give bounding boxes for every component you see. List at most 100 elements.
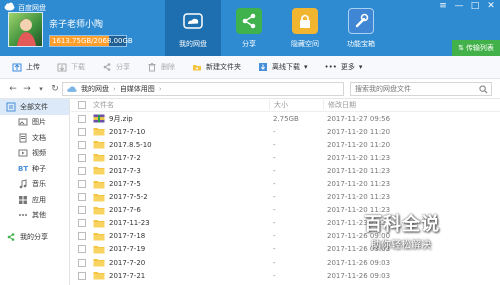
table-row[interactable]: 9月.zip 2.75GB 2017-11-27 09:56 bbox=[71, 112, 500, 125]
sidebar-item-apps[interactable]: 应用 bbox=[0, 192, 69, 208]
table-row[interactable]: 2017-7-21 - 2017-11-26 09:03 bbox=[71, 269, 500, 282]
file-name[interactable]: 2017-7-6 bbox=[109, 206, 141, 214]
row-checkbox[interactable] bbox=[78, 180, 86, 189]
sidebar-item-other[interactable]: 其他 bbox=[0, 208, 69, 224]
main-tabs: 我的网盘 分享 隐藏空间 功能宝箱 bbox=[165, 0, 389, 56]
sidebar-item-label: 全部文件 bbox=[20, 102, 48, 111]
file-name[interactable]: 2017-7-18 bbox=[109, 232, 145, 240]
avatar[interactable] bbox=[8, 12, 43, 47]
offline-download-button[interactable]: 离线下载 ▾ bbox=[254, 59, 312, 75]
file-size: - bbox=[273, 180, 276, 189]
history-dropdown-icon[interactable]: ▾ bbox=[34, 85, 48, 93]
row-checkbox[interactable] bbox=[78, 140, 86, 149]
transfer-list-button[interactable]: ⇅ 传输列表 bbox=[452, 40, 500, 56]
file-name[interactable]: 2017-7-2 bbox=[109, 154, 141, 162]
breadcrumb-separator-icon: › bbox=[158, 85, 162, 93]
sidebar-item-torrents[interactable]: BT 种子 bbox=[0, 161, 69, 177]
row-checkbox[interactable] bbox=[78, 166, 86, 175]
row-checkbox[interactable] bbox=[78, 271, 86, 280]
file-name[interactable]: 2017-7-3 bbox=[109, 167, 141, 175]
folder-icon bbox=[93, 245, 105, 254]
chevron-down-icon: ▾ bbox=[304, 63, 308, 71]
row-checkbox[interactable] bbox=[78, 258, 86, 267]
sidebar-item-documents[interactable]: 文档 bbox=[0, 130, 69, 146]
delete-button[interactable]: 删除 bbox=[143, 59, 179, 75]
upload-button[interactable]: 上传 bbox=[8, 59, 44, 75]
file-name[interactable]: 9月.zip bbox=[109, 114, 133, 124]
new-folder-button[interactable]: 新建文件夹 bbox=[188, 59, 245, 75]
tab-toolbox[interactable]: 功能宝箱 bbox=[333, 0, 389, 56]
table-row[interactable]: 2017-7-2 - 2017-11-20 11:23 bbox=[71, 151, 500, 164]
file-name[interactable]: 2017-7-5 bbox=[109, 180, 141, 188]
table-row[interactable]: 2017.8.5-10 - 2017-11-20 11:20 bbox=[71, 138, 500, 151]
download-button[interactable]: 下载 bbox=[53, 59, 89, 75]
table-row[interactable]: 2017-7-5 - 2017-11-20 11:23 bbox=[71, 177, 500, 190]
row-checkbox[interactable] bbox=[78, 153, 86, 162]
tab-share[interactable]: 分享 bbox=[221, 0, 277, 56]
row-checkbox[interactable] bbox=[78, 245, 86, 254]
bt-icon: BT bbox=[18, 164, 29, 173]
file-size: - bbox=[273, 127, 276, 136]
sidebar: 全部文件 图片 文档 视频 BT 种子 音乐 应用 其他 我的分享 bbox=[0, 99, 70, 285]
file-size: - bbox=[273, 153, 276, 162]
transfer-icon: ⇅ bbox=[458, 44, 464, 52]
forward-arrow-icon[interactable]: → bbox=[20, 84, 34, 94]
row-checkbox[interactable] bbox=[78, 206, 86, 215]
image-icon bbox=[18, 118, 28, 126]
app-icon bbox=[19, 195, 27, 204]
column-header-name[interactable]: 文件名 bbox=[93, 100, 269, 110]
table-row[interactable]: 2017-7-3 - 2017-11-20 11:23 bbox=[71, 164, 500, 177]
search-icon[interactable] bbox=[479, 85, 488, 94]
folder-icon bbox=[93, 180, 105, 189]
more-dots-icon: ••• bbox=[324, 63, 337, 71]
file-size: - bbox=[273, 166, 276, 175]
breadcrumb-root[interactable]: 我的网盘 bbox=[81, 84, 109, 94]
select-all-checkbox[interactable] bbox=[78, 101, 86, 109]
row-checkbox[interactable] bbox=[78, 219, 86, 228]
search-input[interactable] bbox=[355, 85, 473, 93]
row-checkbox[interactable] bbox=[78, 127, 86, 136]
file-name[interactable]: 2017-7-5-2 bbox=[109, 193, 148, 201]
tab-label: 分享 bbox=[242, 40, 256, 48]
close-icon[interactable]: ✕ bbox=[486, 2, 496, 11]
table-row[interactable]: 2017-7-10 - 2017-11-20 11:20 bbox=[71, 125, 500, 138]
menu-icon[interactable]: ≡ bbox=[438, 2, 448, 11]
username[interactable]: 亲子老师小陶 bbox=[49, 17, 103, 30]
sidebar-item-all-files[interactable]: 全部文件 bbox=[0, 99, 69, 115]
sidebar-item-my-share[interactable]: 我的分享 bbox=[0, 229, 69, 245]
back-arrow-icon[interactable]: ← bbox=[6, 84, 20, 94]
row-checkbox[interactable] bbox=[78, 114, 86, 123]
sidebar-item-music[interactable]: 音乐 bbox=[0, 177, 69, 193]
refresh-icon[interactable]: ↻ bbox=[48, 84, 62, 94]
breadcrumb-separator-icon: › bbox=[113, 85, 116, 93]
upload-label: 上传 bbox=[26, 63, 40, 71]
sidebar-item-images[interactable]: 图片 bbox=[0, 115, 69, 131]
file-name[interactable]: 2017-7-21 bbox=[109, 272, 145, 280]
share-button[interactable]: 分享 bbox=[98, 59, 134, 75]
sidebar-item-videos[interactable]: 视频 bbox=[0, 146, 69, 162]
header-bar: 百度网盘 ≡ — □ ✕ 亲子老师小陶 1613.75GB/2068.00GB … bbox=[0, 0, 500, 56]
column-header-size[interactable]: 大小 bbox=[269, 100, 323, 110]
maximize-icon[interactable]: □ bbox=[470, 2, 480, 11]
offline-download-label: 离线下载 bbox=[272, 63, 300, 71]
more-button[interactable]: ••• 更多 ▾ bbox=[321, 59, 367, 75]
row-checkbox[interactable] bbox=[78, 232, 86, 241]
tab-my-netdisk[interactable]: 我的网盘 bbox=[165, 0, 221, 56]
avatar-image bbox=[17, 19, 36, 46]
tab-hidden-space[interactable]: 隐藏空间 bbox=[277, 0, 333, 56]
table-row[interactable]: 2017-7-5-2 - 2017-11-20 11:23 bbox=[71, 191, 500, 204]
lock-icon bbox=[292, 8, 318, 34]
file-name[interactable]: 2017-7-10 bbox=[109, 128, 145, 136]
column-header-date[interactable]: 修改日期 bbox=[323, 100, 463, 110]
file-date: 2017-11-20 11:20 bbox=[327, 140, 391, 149]
folder-icon bbox=[93, 206, 105, 215]
sidebar-item-label: 图片 bbox=[32, 118, 46, 127]
file-name[interactable]: 2017-7-19 bbox=[109, 245, 145, 253]
minimize-icon[interactable]: — bbox=[454, 2, 464, 11]
breadcrumb-folder[interactable]: 自媒体用图 bbox=[120, 84, 155, 94]
share-small-icon bbox=[7, 232, 15, 241]
file-name[interactable]: 2017-7-20 bbox=[109, 259, 145, 267]
row-checkbox[interactable] bbox=[78, 193, 86, 202]
file-name[interactable]: 2017.8.5-10 bbox=[109, 141, 152, 149]
file-name[interactable]: 2017-11-23 bbox=[109, 219, 150, 227]
